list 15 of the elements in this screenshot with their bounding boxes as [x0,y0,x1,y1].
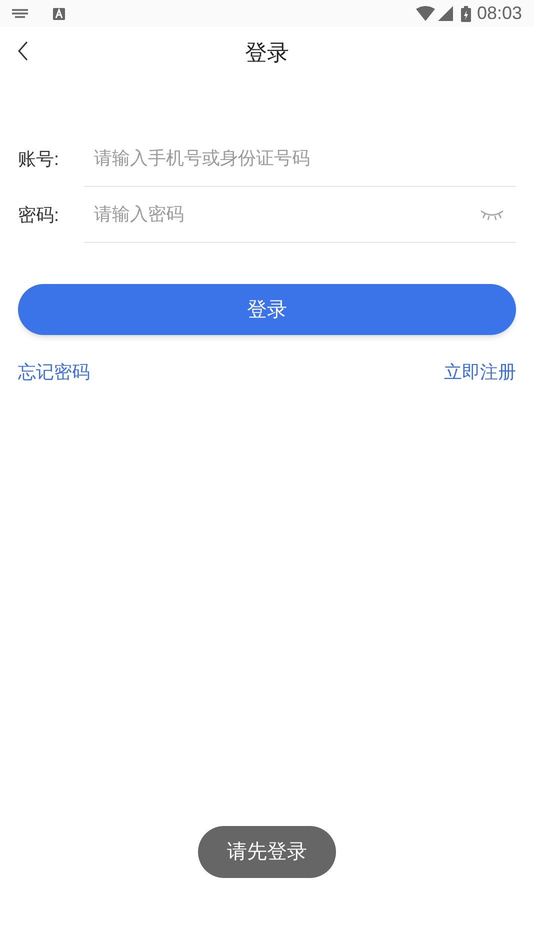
battery-icon [460,6,471,22]
field-label: 密码: [18,204,60,226]
forgot-password-link[interactable]: 忘记密码 [18,359,90,386]
wifi-icon [416,6,435,21]
keyboard-icon [12,9,28,18]
password-field[interactable]: 请输入密码 [94,201,480,228]
page-title: 登录 [245,38,289,66]
account-field[interactable]: 请输入手机号或身份证号码 [94,145,504,172]
status-time: 08:03 [476,2,522,25]
field-label: 账号: [18,148,60,170]
login-button[interactable]: 登录 [18,284,516,335]
toast-message: 请先登录 [198,826,336,878]
app-notification-icon [53,8,65,20]
signal-icon [438,6,453,21]
register-link[interactable]: 立即注册 [444,359,516,386]
